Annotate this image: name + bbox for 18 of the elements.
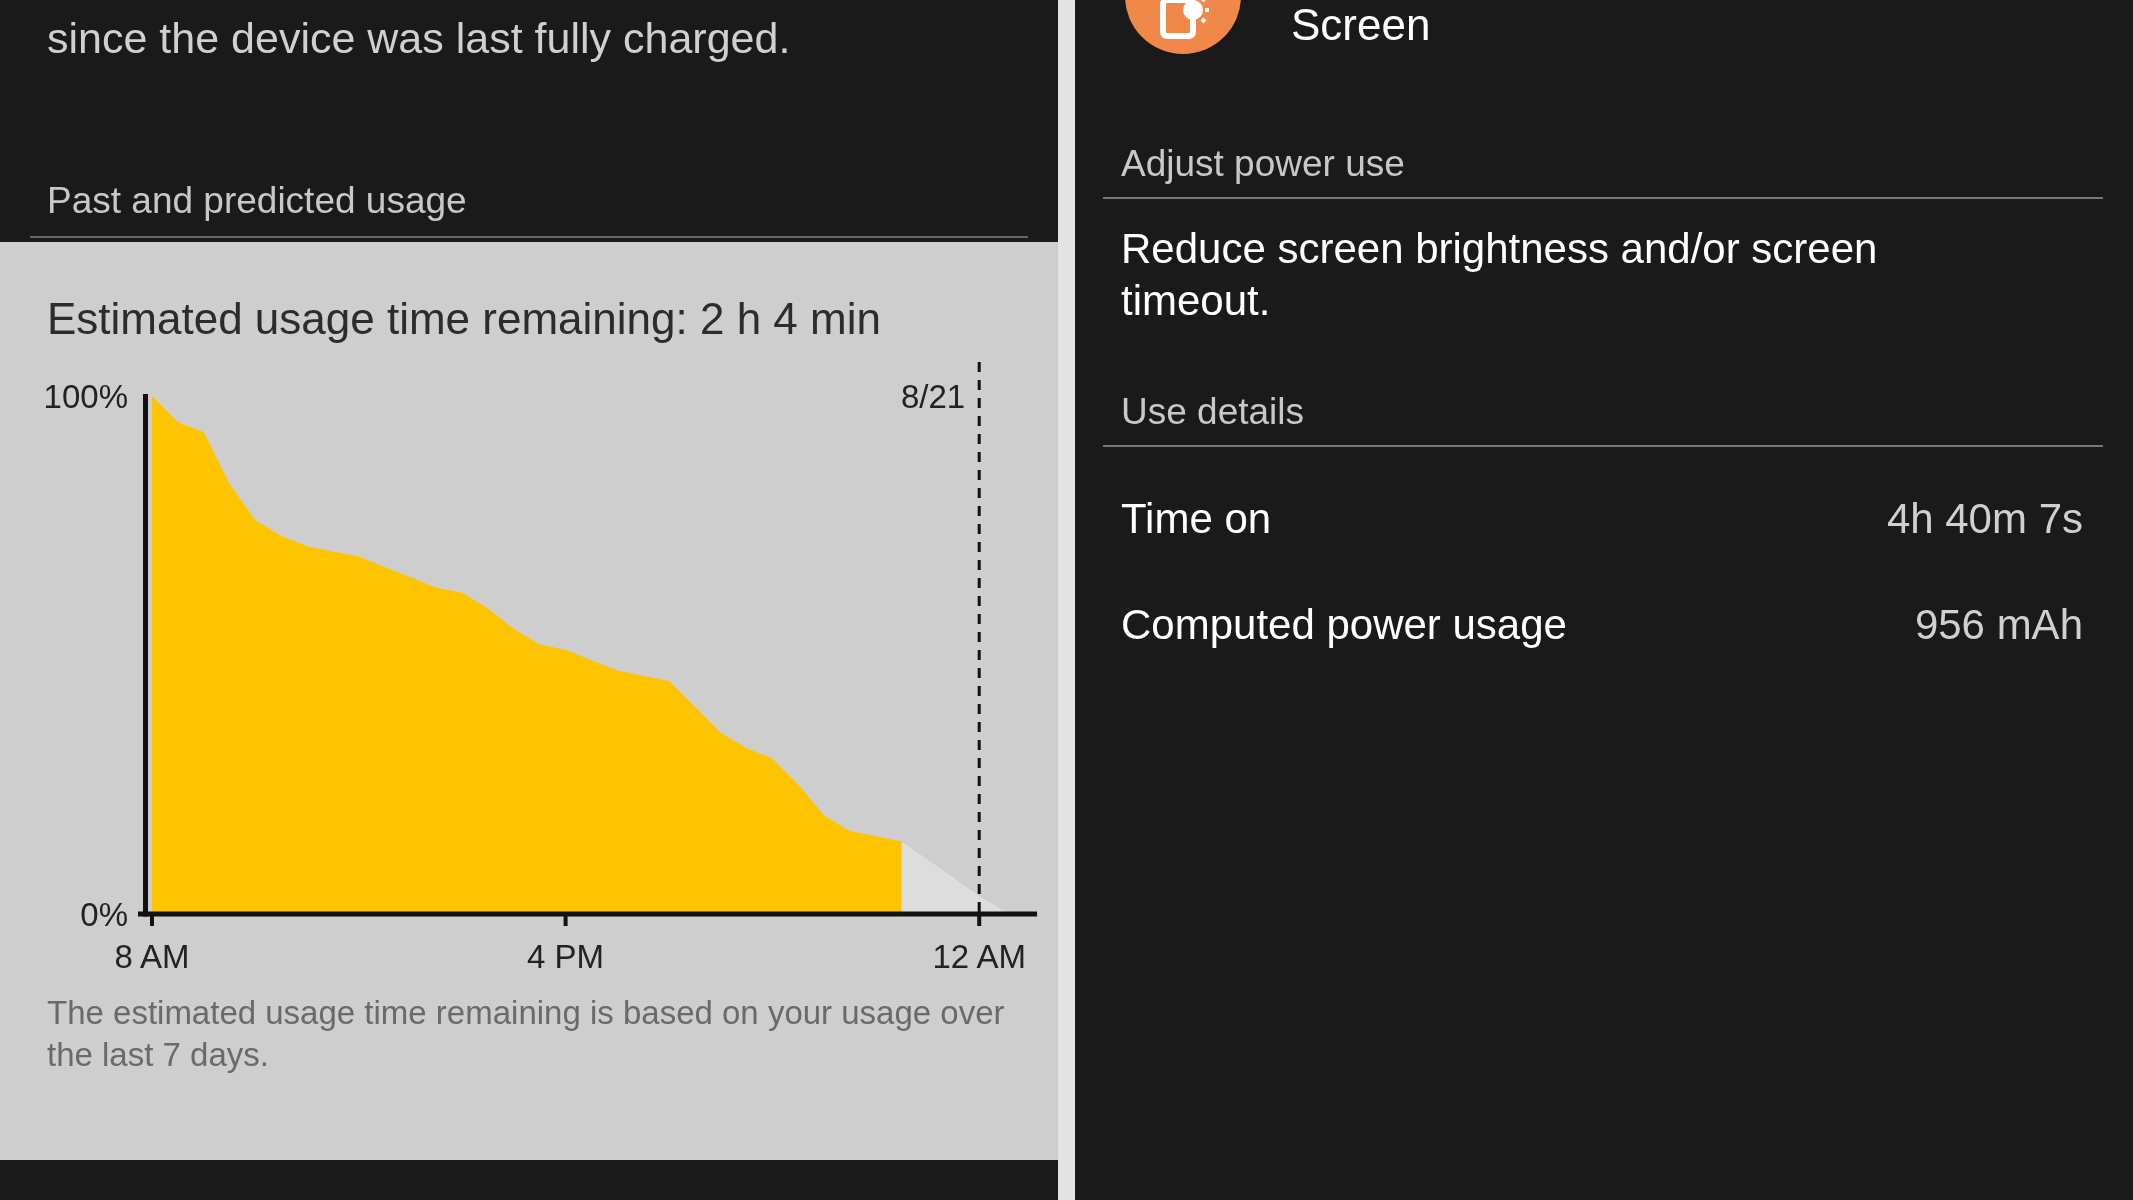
x-tick-label: 12 AM [932,938,1026,975]
card-title: Estimated usage time remaining: 2 h 4 min [47,294,882,344]
detail-value: 4h 40m 7s [1886,495,2083,543]
detail-label: Computed power usage [1121,601,1567,649]
date-label: 8/21 [900,378,966,415]
section-header: Adjust power use [1103,105,2103,199]
advice-text: Reduce screen brightness and/or screen timeout. [1121,224,1879,326]
x-tick-label: 8 AM [114,938,190,975]
footnote: The estimated usage time remaining is based on your usage over the last 7 days. [47,993,1006,1075]
detail-label: Time on [1121,495,1272,543]
y-tick-label: 100% [43,378,128,415]
section-header: Past and predicted usage [30,78,1028,238]
detail-value: 956 mAh [1914,601,2083,649]
section-header: Use details [1103,353,2103,447]
intro-text: since the device was last fully charged. [46,13,792,64]
x-tick-label: 4 PM [527,938,605,975]
y-tick-label: 0% [80,896,128,933]
app-title: Screen [1291,0,1431,50]
